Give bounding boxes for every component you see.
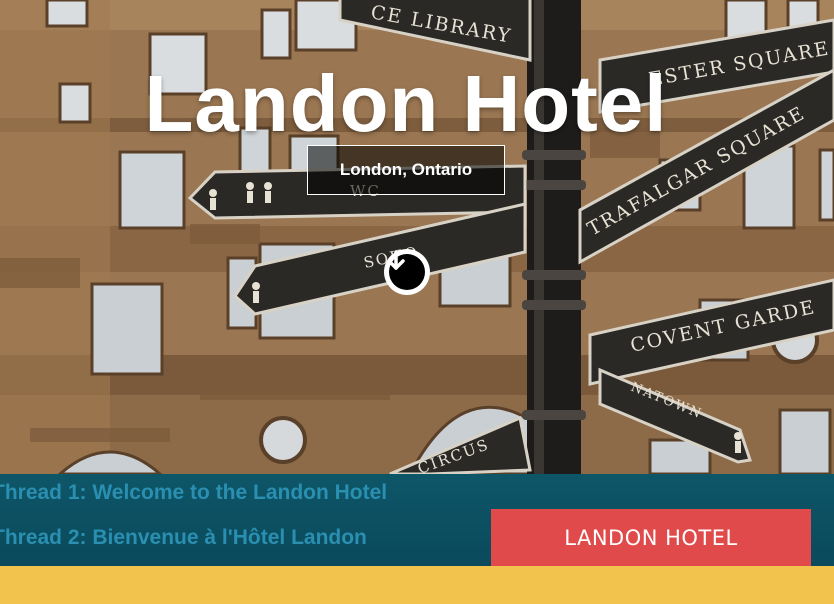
- thread-line-1: Thread 1: Welcome to the Landon Hotel: [0, 481, 388, 504]
- hero-section: CE LIBRARY ESTER SQUARE TRAFALGAR SQUARE…: [0, 0, 834, 474]
- landon-hotel-button[interactable]: LANDON HOTEL: [491, 509, 811, 566]
- arrow-down-circle-icon: [387, 250, 425, 290]
- thread-bar: Thread 1: Welcome to the Landon Hotel Th…: [0, 474, 834, 566]
- scroll-down-button[interactable]: [384, 249, 430, 295]
- footer-band: [0, 566, 834, 604]
- page: CE LIBRARY ESTER SQUARE TRAFALGAR SQUARE…: [0, 0, 834, 604]
- hero-subtitle: London, Ontario: [307, 145, 505, 195]
- hero-title: Landon Hotel: [144, 59, 668, 148]
- thread-line-2: Thread 2: Bienvenue à l'Hôtel Landon: [0, 526, 367, 549]
